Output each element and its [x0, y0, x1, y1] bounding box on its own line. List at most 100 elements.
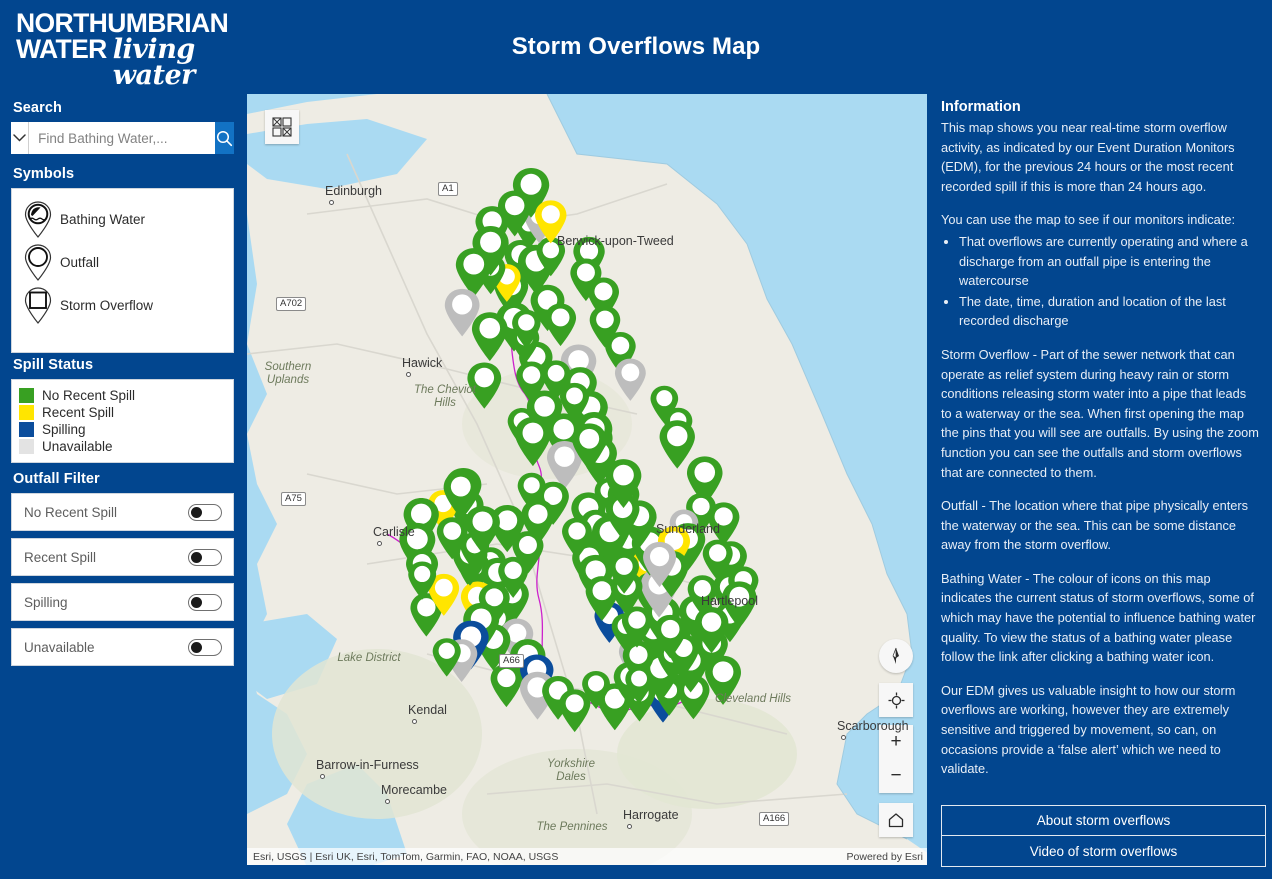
map-pin[interactable]	[659, 420, 695, 469]
map-pin[interactable]	[614, 358, 646, 401]
map-label: Sunderland	[656, 522, 720, 536]
status-label: Spilling	[42, 422, 86, 437]
symbol-label: Outfall	[60, 255, 100, 270]
filter-label: Spilling	[24, 594, 68, 610]
filter-toggle-recent-spill[interactable]	[188, 548, 222, 566]
map-label: Berwick-upon-Tweed	[557, 234, 674, 248]
symbol-item-bathing-water: Bathing Water	[16, 198, 233, 241]
map-label: Morecambe	[381, 783, 447, 797]
filter-toggle-spilling[interactable]	[188, 593, 222, 611]
symbol-item-storm-overflow: Storm Overflow	[16, 284, 233, 327]
info-paragraph-edm: Our EDM gives us valuable insight to how…	[941, 682, 1236, 777]
map-controls: + −	[879, 639, 913, 837]
information-panel: Information This map shows you near real…	[935, 93, 1272, 879]
map-city-dot	[406, 372, 411, 377]
map-city-dot	[385, 799, 390, 804]
map-label: The Cheviot Hills	[413, 384, 476, 409]
map-label: Lake District	[337, 652, 401, 664]
filter-toggle-no-recent-spill[interactable]	[188, 503, 222, 521]
info-bullet: That overflows are currently operating a…	[959, 232, 1260, 291]
map-label: Barrow-in-Furness	[316, 758, 419, 772]
search-input[interactable]	[29, 122, 216, 154]
status-item: Spilling	[19, 421, 233, 438]
symbol-label: Bathing Water	[60, 212, 146, 227]
map-pin[interactable]	[544, 303, 577, 347]
road-shield: A1	[438, 182, 458, 196]
map-label: Edinburgh	[325, 184, 382, 198]
info-paragraph-outfall: Outfall - The location where that pipe p…	[941, 498, 1249, 553]
locate-crosshair-icon	[888, 692, 904, 708]
locate-button[interactable]	[879, 683, 913, 717]
road-shield: A166	[759, 812, 790, 826]
zoom-stack: + −	[879, 725, 913, 793]
road-shield: A66	[499, 654, 524, 668]
search-heading: Search	[13, 100, 62, 116]
map-pin[interactable]	[471, 312, 508, 362]
filter-row-spilling[interactable]: Spilling	[11, 583, 234, 621]
status-swatch-spilling	[19, 422, 34, 437]
chevron-down-icon	[13, 134, 26, 142]
storm-overflows-map-app: NORTHUMBRIAN WATER living water Storm Ov…	[0, 0, 1272, 879]
info-paragraph-2: You can use the map to see if our monito…	[941, 212, 1236, 228]
info-paragraph-1: This map shows you near real-time storm …	[941, 120, 1235, 194]
map-label: Cleveland Hills	[714, 693, 792, 705]
symbols-legend: Bathing Water Outfall Storm Overflow	[11, 188, 234, 353]
attribution-powered-by: Powered by Esri	[846, 850, 923, 863]
outfall-filter-heading: Outfall Filter	[13, 471, 100, 487]
status-label: Unavailable	[42, 439, 113, 454]
status-item: No Recent Spill	[19, 387, 233, 404]
about-storm-overflows-button[interactable]: About storm overflows	[941, 805, 1266, 836]
home-icon	[888, 813, 904, 828]
storm-overflow-pin-cluster[interactable]	[247, 94, 928, 866]
map-label: Harrogate	[623, 808, 679, 822]
home-button[interactable]	[879, 803, 913, 837]
app-header: NORTHUMBRIAN WATER living water Storm Ov…	[0, 0, 1272, 89]
map-city-dot	[377, 541, 382, 546]
map-city-dot	[320, 774, 325, 779]
info-bullet: The date, time, duration and location of…	[959, 292, 1260, 331]
map-pin[interactable]	[514, 416, 551, 467]
status-swatch-unavailable	[19, 439, 34, 454]
map-label: Southern Uplands	[264, 361, 312, 386]
information-buttons: About storm overflows Video of storm ove…	[941, 805, 1266, 867]
basemap-gallery-button[interactable]	[265, 110, 299, 144]
page-title: Storm Overflows Map	[511, 33, 761, 60]
spill-status-heading: Spill Status	[13, 357, 94, 373]
map-city-dot	[627, 824, 632, 829]
filter-label: Recent Spill	[24, 549, 97, 565]
filter-toggle-unavailable[interactable]	[188, 638, 222, 656]
info-paragraph-storm-overflow: Storm Overflow - Part of the sewer netwo…	[941, 346, 1259, 480]
info-paragraph-bathing-water: Bathing Water - The colour of icons on t…	[941, 570, 1256, 665]
filter-row-recent-spill[interactable]: Recent Spill	[11, 538, 234, 576]
status-item: Unavailable	[19, 438, 233, 455]
map-pin[interactable]	[559, 689, 591, 733]
bathing-water-pin-icon	[16, 200, 60, 240]
status-swatch-no-recent-spill	[19, 388, 34, 403]
road-shield: A702	[276, 297, 307, 311]
locate-stack	[879, 683, 913, 717]
basemap-gallery-icon	[272, 117, 292, 137]
outfall-pin-icon	[16, 243, 60, 283]
search-category-dropdown[interactable]	[11, 122, 30, 154]
symbol-label: Storm Overflow	[60, 298, 154, 313]
left-sidebar: Search Symbols	[0, 88, 245, 879]
search-button[interactable]	[215, 122, 234, 154]
zoom-out-button[interactable]: −	[879, 759, 913, 793]
compass-button[interactable]	[879, 639, 913, 673]
map-attribution: Esri, USGS | Esri UK, Esri, TomTom, Garm…	[247, 848, 927, 865]
map-label: Scarborough	[837, 719, 909, 733]
road-shield: A75	[281, 492, 306, 506]
search-bar	[11, 122, 234, 154]
filter-row-unavailable[interactable]: Unavailable	[11, 628, 234, 666]
map-city-dot	[412, 719, 417, 724]
map-pin[interactable]	[490, 663, 523, 708]
map-label: Hawick	[402, 356, 443, 370]
compass-icon	[892, 647, 899, 664]
search-icon	[217, 130, 233, 146]
video-of-storm-overflows-button[interactable]: Video of storm overflows	[941, 836, 1266, 867]
map-canvas[interactable]: + − Esri, USGS | Esri UK, Esri, TomTom, …	[246, 93, 928, 866]
map-city-dot	[841, 735, 846, 740]
filter-row-no-recent-spill[interactable]: No Recent Spill	[11, 493, 234, 531]
map-label: Kendal	[408, 703, 447, 717]
filter-label: Unavailable	[24, 639, 95, 655]
